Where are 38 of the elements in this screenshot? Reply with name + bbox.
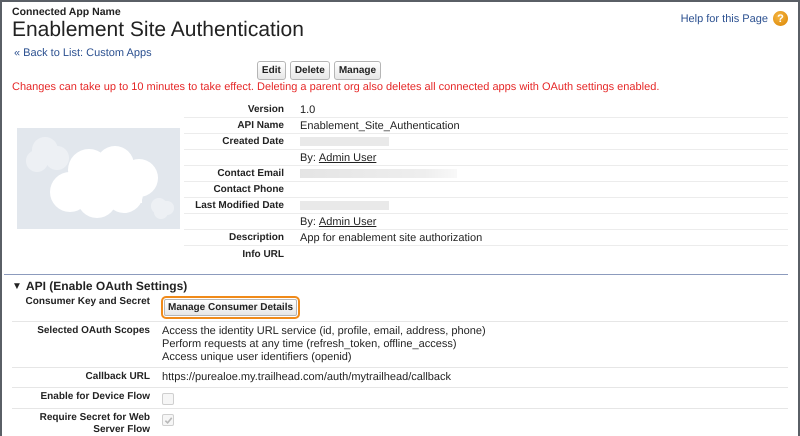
section-title: API (Enable OAuth Settings) (26, 279, 188, 293)
field-label: Enable for Device Flow (40, 391, 151, 404)
field-value: Enablement_Site_Authentication (300, 120, 460, 132)
user-link[interactable]: Admin User (318, 216, 376, 228)
field-label: Contact Email (216, 168, 285, 179)
page-eyebrow: Connected App Name (12, 6, 122, 18)
checkbox[interactable] (162, 414, 174, 426)
field-label: Created Date (221, 136, 285, 147)
back-link[interactable]: « Back to List: Custom Apps (14, 47, 152, 59)
manage-consumer-details-button[interactable]: Manage Consumer Details (164, 299, 298, 316)
by-label: By: (300, 216, 316, 228)
field-label: Description (228, 232, 285, 243)
field-label: Selected OAuth Scopes (36, 325, 151, 338)
toolbar-button[interactable]: Delete (290, 61, 330, 80)
field-label: Consumer Key and Secret (24, 296, 151, 309)
warning-message: Changes can take up to 10 minutes to take effect. Deleting a parent org also deletes all connected apps with OAuth settings enabled. (12, 81, 660, 93)
user-link[interactable]: Admin User (318, 152, 376, 164)
field-value: 1.0 (300, 104, 316, 116)
field-label: Last Modified Date (194, 200, 285, 211)
help-link[interactable]: Help for this Page (680, 12, 768, 24)
toolbar-button[interactable]: Edit (256, 61, 286, 80)
page-title: Enablement Site Authentication (12, 18, 304, 42)
field-label: Version (246, 104, 285, 115)
field-value: https://purealoe.my.trailhead.com/auth/mytrailhead/callback (162, 371, 451, 384)
field-label: Callback URL (84, 371, 151, 384)
by-label: By: (300, 152, 316, 164)
field-label: Contact Phone (212, 184, 285, 195)
field-label: Info URL (241, 248, 285, 260)
scope-text: Access unique user identifiers (openid) (162, 351, 353, 364)
toolbar-button[interactable]: Manage (334, 61, 382, 80)
scope-text: Perform requests at any time (refresh_token, offline_access) (162, 338, 458, 351)
field-value: App for enablement site authorization (300, 232, 482, 244)
check-icon (164, 416, 172, 424)
field-label: Require Secret for Web Server Flow (38, 412, 151, 436)
field-label: API Name (236, 120, 285, 131)
scope-text: Access the identity URL service (id, profile, email, address, phone) (162, 325, 486, 338)
expand-toggle[interactable]: ▼ (12, 280, 22, 292)
checkbox[interactable] (162, 393, 174, 405)
